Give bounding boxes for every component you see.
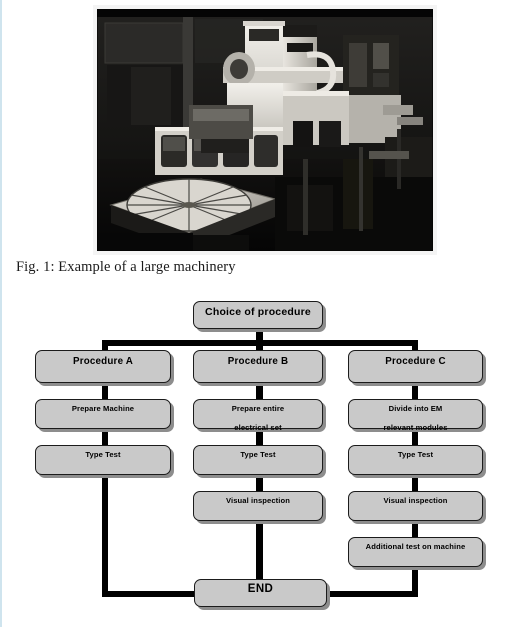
end-node[interactable]: END bbox=[194, 579, 327, 607]
machinery-photograph bbox=[97, 9, 433, 251]
node-b-step-1-label: Prepare entire electrical set bbox=[194, 404, 322, 433]
document-page: Fig. 1: Example of a large machinery Cho… bbox=[0, 0, 519, 627]
node-procedure-b-header[interactable]: Procedure B bbox=[193, 350, 323, 383]
node-procedure-c-header-label: Procedure C bbox=[385, 356, 446, 367]
connector-b-to-end bbox=[256, 522, 263, 582]
node-b-step-2-label: Type Test bbox=[240, 450, 276, 459]
start-node-label: Choice of procedure bbox=[205, 306, 311, 318]
node-a-step-1[interactable]: Prepare Machine bbox=[35, 399, 171, 429]
node-procedure-a-header-label: Procedure A bbox=[72, 356, 134, 367]
node-c-step-1-line1: Divide into EM bbox=[388, 404, 443, 413]
start-node[interactable]: Choice of procedure bbox=[193, 301, 323, 329]
node-c-step-2-label: Type Test bbox=[397, 450, 434, 459]
node-c-step-2[interactable]: Type Test bbox=[348, 445, 483, 475]
node-a-step-1-label: Prepare Machine bbox=[71, 404, 135, 413]
node-procedure-b-header-label: Procedure B bbox=[227, 356, 289, 367]
connector-c-to-end-horizontal bbox=[322, 591, 418, 597]
node-b-step-1-line2: electrical set bbox=[234, 423, 282, 432]
figure-caption: Fig. 1: Example of a large machinery bbox=[16, 259, 236, 275]
node-c-step-1-label: Divide into EM relevant modules bbox=[349, 404, 482, 433]
node-c-step-1-line2: relevant modules bbox=[383, 423, 448, 432]
node-b-step-1-line1: Prepare entire bbox=[231, 404, 285, 413]
node-c-step-4-label: Additional test on machine bbox=[365, 542, 466, 551]
procedure-flowchart: Choice of procedure Procedure A Prepare … bbox=[0, 290, 519, 627]
node-b-step-2[interactable]: Type Test bbox=[193, 445, 323, 475]
node-b-step-3[interactable]: Visual inspection bbox=[193, 491, 323, 521]
node-a-step-2[interactable]: Type Test bbox=[35, 445, 171, 475]
node-a-step-2-label: Type Test bbox=[85, 450, 121, 459]
connector-a-to-end-vertical bbox=[102, 476, 108, 596]
node-b-step-3-label: Visual inspection bbox=[225, 496, 290, 505]
node-c-step-4[interactable]: Additional test on machine bbox=[348, 537, 483, 567]
node-c-step-1[interactable]: Divide into EM relevant modules bbox=[348, 399, 483, 432]
node-b-step-1[interactable]: Prepare entire electrical set bbox=[193, 399, 323, 432]
end-node-label: END bbox=[247, 583, 274, 595]
connector-a-to-end-horizontal bbox=[102, 591, 200, 597]
node-procedure-c-header[interactable]: Procedure C bbox=[348, 350, 483, 383]
node-c-step-3-label: Visual inspection bbox=[383, 496, 448, 505]
node-c-step-3[interactable]: Visual inspection bbox=[348, 491, 483, 521]
node-procedure-a-header[interactable]: Procedure A bbox=[35, 350, 171, 383]
